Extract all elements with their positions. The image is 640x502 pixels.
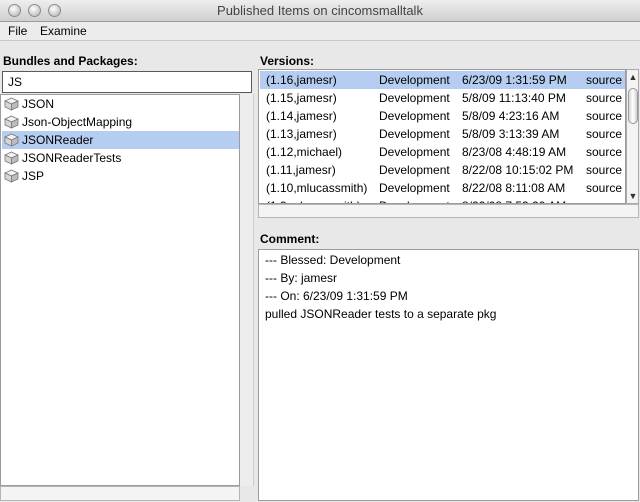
version-row[interactable]: (1.11,jamesr) Development 8/22/08 10:15:02… [260, 161, 625, 179]
version-type-cell: source [586, 91, 623, 105]
package-list: JSON Json-ObjectMapping JSONReader JSONRead… [0, 94, 240, 486]
comment-text-area[interactable]: --- Blessed: Development --- By: jamesr --… [258, 249, 639, 501]
versions-horizontal-scrollbar[interactable] [258, 204, 639, 218]
version-blessing-cell: Development [379, 109, 450, 123]
version-date-cell: 5/8/09 4:23:16 AM [462, 109, 560, 123]
bundles-packages-label: Bundles and Packages: [3, 54, 138, 68]
version-blessing-cell: Development [379, 73, 450, 87]
package-list-item[interactable]: Json-ObjectMapping [2, 113, 239, 131]
package-name: Json-ObjectMapping [22, 115, 133, 129]
version-type-cell: source [586, 127, 623, 141]
version-type-cell: source [586, 163, 623, 177]
version-row[interactable]: (1.13,jamesr) Development 5/8/09 3:13:39 A… [260, 125, 625, 143]
version-row[interactable]: (1.12,michael) Development 8/23/08 4:48:19… [260, 143, 625, 161]
versions-table: (1.16,jamesr) Development 6/23/09 1:31:59 … [258, 69, 626, 204]
title-bar: Published Items on cincomsmalltalk [0, 0, 640, 22]
package-list-item[interactable]: JSP [2, 167, 239, 185]
version-row[interactable]: (1.16,jamesr) Development 6/23/09 1:31:59 … [260, 71, 625, 89]
version-type-cell: source [586, 197, 622, 203]
version-row[interactable]: (1.14,jamesr) Development 5/8/09 4:23:16 A… [260, 107, 625, 125]
package-icon [4, 151, 19, 165]
version-version-cell: (1.10,mlucassmith) [266, 181, 368, 195]
version-blessing-cell: Development [379, 181, 450, 195]
version-date-cell: 8/22/08 10:15:02 PM [462, 163, 574, 177]
version-version-cell: (1.13,jamesr) [266, 127, 337, 141]
package-name: JSON [22, 97, 55, 111]
version-blessing-cell: Development [379, 163, 450, 177]
version-row[interactable]: (1.15,jamesr) Development 5/8/09 11:13:40 … [260, 89, 625, 107]
scroll-down-arrow-icon[interactable]: ▼ [628, 190, 638, 202]
version-type-cell: source [586, 109, 623, 123]
comment-line: pulled JSONReader tests to a separate pk… [265, 307, 497, 321]
version-date-cell: 8/22/08 8:11:08 AM [462, 181, 566, 195]
package-name: JSONReaderTests [22, 151, 122, 165]
menu-examine[interactable]: Examine [40, 24, 87, 38]
version-date-cell: 8/23/08 4:48:19 AM [462, 145, 567, 159]
version-date-cell: 5/8/09 3:13:39 AM [462, 127, 560, 141]
package-list-item[interactable]: JSONReader [2, 131, 239, 149]
package-list-horizontal-scrollbar[interactable] [0, 486, 240, 501]
version-type-cell: source [586, 181, 623, 195]
version-row[interactable]: (1.9,mlucassmith) Development 8/22/08 7:53… [260, 197, 625, 203]
versions-scroll-thumb[interactable] [628, 88, 638, 124]
comment-line: --- On: 6/23/09 1:31:59 PM [265, 289, 408, 303]
package-icon [4, 169, 19, 183]
package-icon [4, 133, 19, 147]
versions-label: Versions: [260, 54, 315, 68]
menu-file[interactable]: File [8, 24, 27, 38]
version-blessing-cell: Development [379, 145, 450, 159]
version-row[interactable]: (1.10,mlucassmith) Development 8/22/08 8:1… [260, 179, 625, 197]
version-version-cell: (1.9,mlucassmith) [266, 197, 361, 203]
version-version-cell: (1.15,jamesr) [266, 91, 337, 105]
package-list-item[interactable]: JSON [2, 95, 239, 113]
scroll-up-arrow-icon[interactable]: ▲ [628, 71, 638, 83]
version-date-cell: 6/23/09 1:31:59 PM [462, 73, 567, 87]
version-version-cell: (1.12,michael) [266, 145, 343, 159]
window-title: Published Items on cincomsmalltalk [217, 3, 423, 18]
package-search-input[interactable] [2, 71, 252, 93]
version-blessing-cell: Development [379, 197, 450, 203]
version-version-cell: (1.14,jamesr) [266, 109, 337, 123]
version-version-cell: (1.16,jamesr) [266, 73, 337, 87]
package-icon [4, 97, 19, 111]
menu-bar: File Examine [0, 22, 640, 41]
package-list-item[interactable]: JSONReaderTests [2, 149, 239, 167]
version-blessing-cell: Development [379, 91, 450, 105]
version-date-cell: 5/8/09 11:13:40 PM [462, 91, 566, 105]
package-list-vertical-scrollbar[interactable] [240, 94, 254, 486]
comment-line: --- Blessed: Development [265, 253, 401, 267]
version-type-cell: source [586, 145, 623, 159]
comment-line: --- By: jamesr [265, 271, 337, 285]
version-date-cell: 8/22/08 7:53:20 AM [462, 197, 566, 203]
comment-label: Comment: [260, 232, 320, 246]
package-name: JSP [22, 169, 45, 183]
versions-vertical-scrollbar[interactable]: ▲ ▼ [626, 69, 639, 204]
version-blessing-cell: Development [379, 127, 450, 141]
version-type-cell: source [586, 73, 623, 87]
version-version-cell: (1.11,jamesr) [266, 163, 336, 177]
package-icon [4, 115, 19, 129]
package-name: JSONReader [22, 133, 94, 147]
